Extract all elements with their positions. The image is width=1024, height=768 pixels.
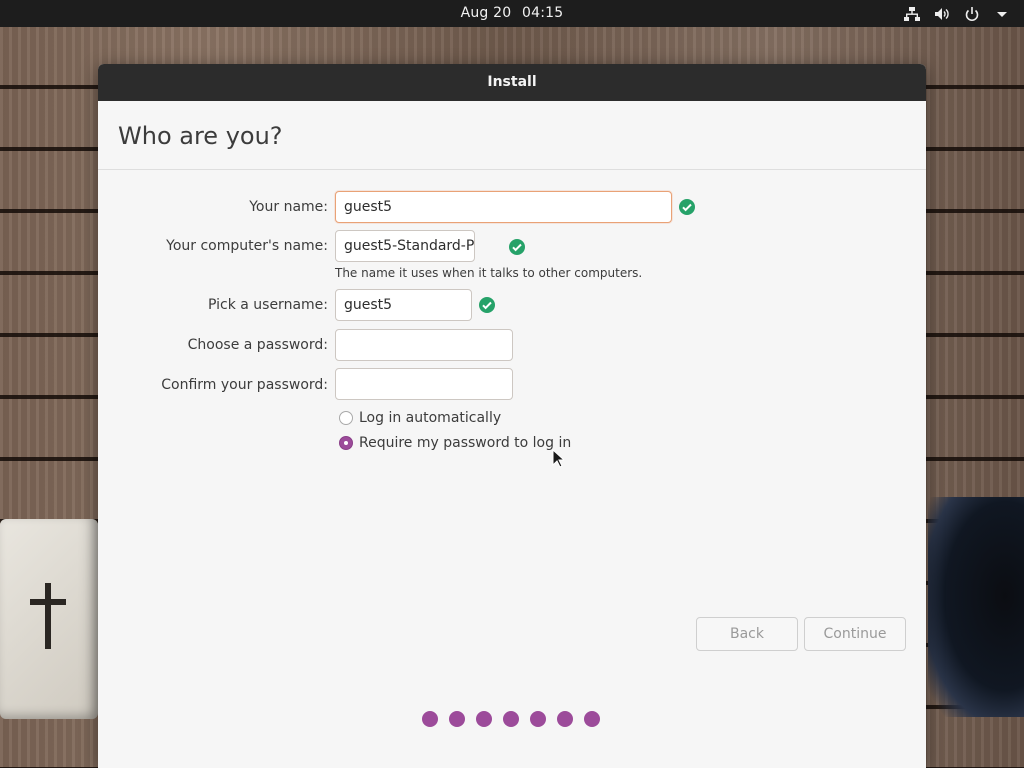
cross-icon bbox=[30, 583, 66, 649]
back-button[interactable]: Back bbox=[696, 617, 798, 651]
progress-dot bbox=[584, 711, 600, 727]
confirm-password-label: Confirm your password: bbox=[161, 377, 328, 393]
username-label: Pick a username: bbox=[207, 297, 328, 313]
mouse-cursor-icon bbox=[552, 449, 564, 468]
progress-dot bbox=[476, 711, 492, 727]
computer-name-valid-icon bbox=[509, 239, 525, 255]
password-field[interactable] bbox=[335, 329, 513, 361]
name-valid-icon bbox=[679, 199, 695, 215]
progress-dots bbox=[422, 711, 600, 727]
wallpaper-stone-block bbox=[0, 519, 98, 719]
progress-dot bbox=[422, 711, 438, 727]
page-title: Who are you? bbox=[118, 122, 283, 150]
password-label: Choose a password: bbox=[187, 337, 328, 353]
top-bar: Aug 20 04:15 bbox=[0, 0, 1024, 27]
username-valid-icon bbox=[479, 297, 495, 313]
username-field[interactable]: guest5 bbox=[335, 289, 472, 321]
clock-date: Aug 20 bbox=[460, 5, 512, 21]
progress-dot bbox=[530, 711, 546, 727]
continue-button[interactable]: Continue bbox=[804, 617, 906, 651]
progress-dot bbox=[449, 711, 465, 727]
clock[interactable]: Aug 20 04:15 bbox=[0, 0, 1024, 27]
confirm-password-field[interactable] bbox=[335, 368, 513, 400]
login-automatically-label[interactable]: Log in automatically bbox=[359, 410, 501, 426]
name-label: Your name: bbox=[249, 199, 328, 215]
divider bbox=[98, 169, 926, 170]
computer-name-label: Your computer's name: bbox=[166, 238, 328, 254]
require-password-radio[interactable] bbox=[339, 436, 353, 450]
clock-time: 04:15 bbox=[522, 5, 564, 21]
volume-icon[interactable] bbox=[934, 6, 950, 22]
login-automatically-radio[interactable] bbox=[339, 411, 353, 425]
network-icon[interactable] bbox=[904, 6, 920, 22]
login-automatically-option[interactable]: Log in automatically bbox=[339, 410, 501, 426]
progress-dot bbox=[503, 711, 519, 727]
computer-name-field[interactable]: guest5-Standard-PC-i4 bbox=[335, 230, 475, 262]
window-title[interactable]: Install bbox=[98, 64, 926, 101]
wallpaper-mug bbox=[928, 497, 1024, 717]
name-field[interactable]: guest5 bbox=[335, 191, 672, 223]
require-password-option[interactable]: Require my password to log in bbox=[339, 435, 571, 451]
power-icon[interactable] bbox=[964, 6, 980, 22]
computer-name-hint: The name it uses when it talks to other … bbox=[335, 266, 643, 280]
require-password-label[interactable]: Require my password to log in bbox=[359, 435, 571, 451]
progress-dot bbox=[557, 711, 573, 727]
install-window: Install Who are you? Your name: guest5 Y… bbox=[98, 64, 926, 768]
system-tray[interactable] bbox=[904, 0, 1010, 27]
menu-arrow-icon[interactable] bbox=[994, 6, 1010, 22]
